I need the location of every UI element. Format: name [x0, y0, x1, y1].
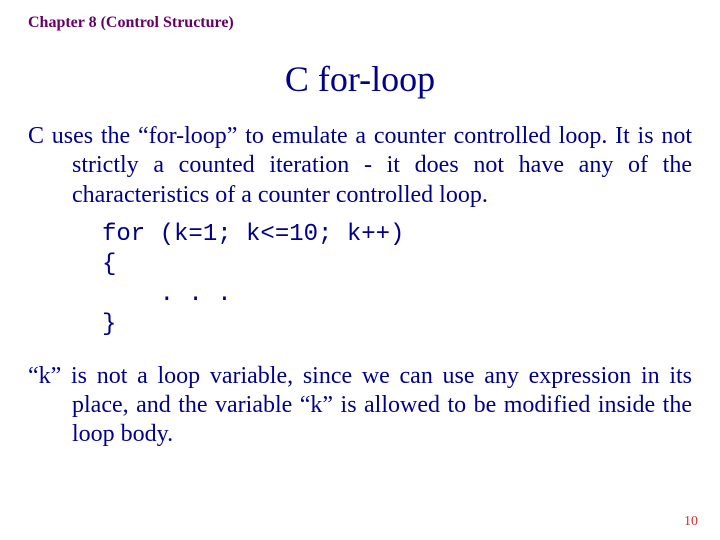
paragraph-2: “k” is not a loop variable, since we can…: [28, 362, 692, 450]
paragraph-1: C uses the “for-loop” to emulate a count…: [28, 122, 692, 210]
code-block: for (k=1; k<=10; k++) { . . . }: [28, 220, 692, 340]
chapter-header: Chapter 8 (Control Structure): [28, 14, 692, 32]
page-number: 10: [684, 514, 698, 530]
page-title: C for-loop: [28, 58, 692, 100]
